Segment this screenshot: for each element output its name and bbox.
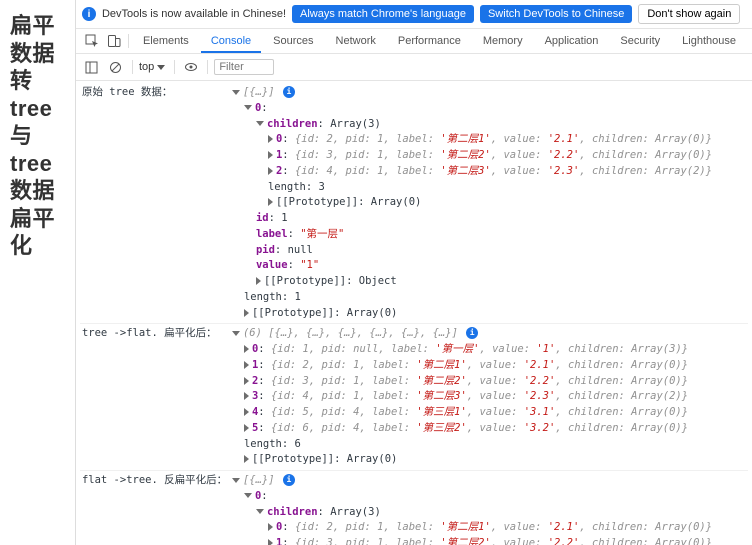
value: 1 — [281, 212, 287, 224]
tab-application[interactable]: Application — [535, 29, 609, 53]
value: "1" — [300, 259, 319, 271]
inspect-icon[interactable] — [82, 31, 102, 51]
page-title: 扁平数据转tree与tree数据扁平化 — [10, 12, 65, 260]
context-select[interactable]: top — [139, 61, 168, 73]
tab-security[interactable]: Security — [610, 29, 670, 53]
device-icon[interactable] — [104, 31, 124, 51]
expand-icon[interactable] — [244, 345, 249, 353]
expand-icon[interactable] — [244, 392, 249, 400]
obj-preview: {id: 4, pid: 1, label: '第二层3', value: '2… — [295, 165, 712, 177]
key: children — [267, 118, 318, 130]
tab-elements[interactable]: Elements — [133, 29, 199, 53]
divider — [128, 34, 129, 48]
expand-icon[interactable] — [256, 509, 264, 514]
tab-console[interactable]: Console — [201, 29, 261, 53]
console-toolbar: top — [76, 54, 752, 81]
expand-icon[interactable] — [244, 105, 252, 110]
divider — [207, 60, 208, 74]
info-badge-icon[interactable]: i — [283, 474, 295, 486]
switch-lang-button[interactable]: Switch DevTools to Chinese — [480, 5, 632, 23]
expand-icon[interactable] — [244, 493, 252, 498]
log-label-1: 原始 tree 数据： — [80, 85, 232, 101]
chevron-down-icon — [157, 65, 165, 70]
expand-icon[interactable] — [232, 331, 240, 336]
filter-input[interactable] — [214, 59, 274, 75]
key: children — [267, 506, 318, 518]
proto-label: [[Prototype]]: Object — [264, 275, 397, 287]
value: Array(3) — [330, 118, 381, 130]
log-label-2: tree ->flat. 扁平化后： — [80, 326, 232, 342]
length-label: length: 1 — [244, 291, 301, 303]
expand-icon[interactable] — [244, 377, 249, 385]
devtools-panel: i DevTools is now available in Chinese! … — [75, 0, 752, 545]
preview: [{…}] — [243, 86, 275, 98]
tab-lighthouse[interactable]: Lighthouse — [672, 29, 746, 53]
info-bar: i DevTools is now available in Chinese! … — [76, 0, 752, 29]
expand-icon[interactable] — [256, 121, 264, 126]
expand-icon[interactable] — [268, 151, 273, 159]
info-text: DevTools is now available in Chinese! — [102, 8, 286, 20]
key: value — [256, 259, 288, 271]
tab-performance[interactable]: Performance — [388, 29, 471, 53]
divider — [132, 60, 133, 74]
value: "第一层" — [300, 228, 344, 240]
obj-preview: {id: 1, pid: null, label: '第一层', value: … — [271, 343, 688, 355]
log-label-3: flat ->tree. 反扁平化后： — [80, 473, 232, 489]
divider — [174, 60, 175, 74]
sidebar-toggle-icon[interactable] — [82, 57, 102, 77]
expand-icon[interactable] — [244, 408, 249, 416]
tab-sources[interactable]: Sources — [263, 29, 323, 53]
proto-label: [[Prototype]]: Array(0) — [252, 307, 397, 319]
info-badge-icon[interactable]: i — [466, 327, 478, 339]
obj-preview: {id: 6, pid: 4, label: '第三层2', value: '3… — [271, 422, 688, 434]
proto-label: [[Prototype]]: Array(0) — [252, 453, 397, 465]
expand-icon[interactable] — [256, 277, 261, 285]
value: Array(3) — [330, 506, 381, 518]
preview: [{…}] — [243, 474, 275, 486]
obj-preview: {id: 2, pid: 1, label: '第二层1', value: '2… — [271, 359, 688, 371]
expand-icon[interactable] — [268, 523, 273, 531]
tab-network[interactable]: Network — [326, 29, 386, 53]
obj-preview: {id: 3, pid: 1, label: '第二层2', value: '2… — [271, 375, 688, 387]
expand-icon[interactable] — [244, 361, 249, 369]
expand-icon[interactable] — [268, 198, 273, 206]
proto-label: [[Prototype]]: Array(0) — [276, 196, 421, 208]
obj-preview: {id: 2, pid: 1, label: '第二层1', value: '2… — [295, 521, 712, 533]
match-lang-button[interactable]: Always match Chrome's language — [292, 5, 474, 23]
info-icon: i — [82, 7, 96, 21]
key: id — [256, 212, 269, 224]
expand-icon[interactable] — [268, 539, 273, 545]
obj-preview: {id: 4, pid: 1, label: '第二层3', value: '2… — [271, 390, 688, 402]
expand-icon[interactable] — [244, 309, 249, 317]
obj-preview: {id: 5, pid: 4, label: '第三层1', value: '3… — [271, 406, 688, 418]
length-label: length: 6 — [244, 438, 301, 450]
tabs-row: Elements Console Sources Network Perform… — [76, 29, 752, 54]
expand-icon[interactable] — [268, 135, 273, 143]
clear-icon[interactable] — [106, 57, 126, 77]
expand-icon[interactable] — [232, 90, 240, 95]
info-badge-icon[interactable]: i — [283, 86, 295, 98]
key: label — [256, 228, 288, 240]
expand-icon[interactable] — [244, 424, 249, 432]
expand-icon[interactable] — [244, 455, 249, 463]
length-label: length: 3 — [268, 181, 325, 193]
live-expr-icon[interactable] — [181, 57, 201, 77]
obj-preview: {id: 3, pid: 1, label: '第二层2', value: '2… — [295, 537, 712, 545]
preview: (6) [{…}, {…}, {…}, {…}, {…}, {…}] — [243, 327, 458, 339]
dont-show-button[interactable]: Don't show again — [638, 4, 740, 24]
key: pid — [256, 244, 275, 256]
expand-icon[interactable] — [232, 478, 240, 483]
obj-preview: {id: 3, pid: 1, label: '第二层2', value: '2… — [295, 149, 712, 161]
obj-preview: {id: 2, pid: 1, label: '第二层1', value: '2… — [295, 133, 712, 145]
expand-icon[interactable] — [268, 167, 273, 175]
tab-memory[interactable]: Memory — [473, 29, 533, 53]
console-output: 原始 tree 数据： [{…}] i 0: children: Array(3… — [76, 81, 752, 545]
value: null — [288, 244, 313, 256]
